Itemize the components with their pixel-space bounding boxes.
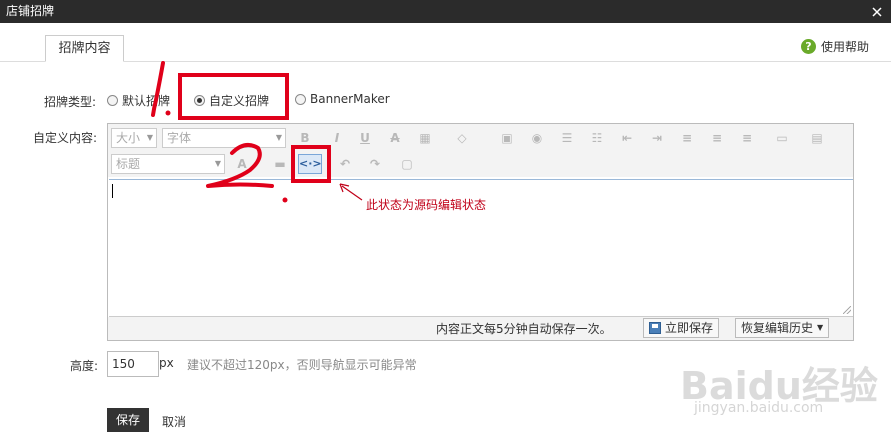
cancel-link[interactable]: 取消: [162, 413, 186, 430]
height-input[interactable]: 150: [107, 351, 159, 377]
height-hint: 建议不超过120px，否则导航显示可能异常: [187, 358, 417, 372]
arrow-line: [341, 185, 363, 201]
save-button[interactable]: 保存: [107, 408, 149, 432]
height-label: 高度:: [70, 359, 99, 373]
handwritten-dot-2: [282, 197, 288, 203]
handwritten-number-1: [151, 61, 165, 117]
height-unit: px: [159, 356, 174, 370]
watermark-url: jingyan.baidu.com: [694, 400, 824, 416]
handwritten-dot-1: [165, 110, 171, 116]
baidu-watermark: Baidu经验 jingyan.baidu.com: [680, 345, 880, 425]
handwritten-number-2: [206, 142, 274, 188]
